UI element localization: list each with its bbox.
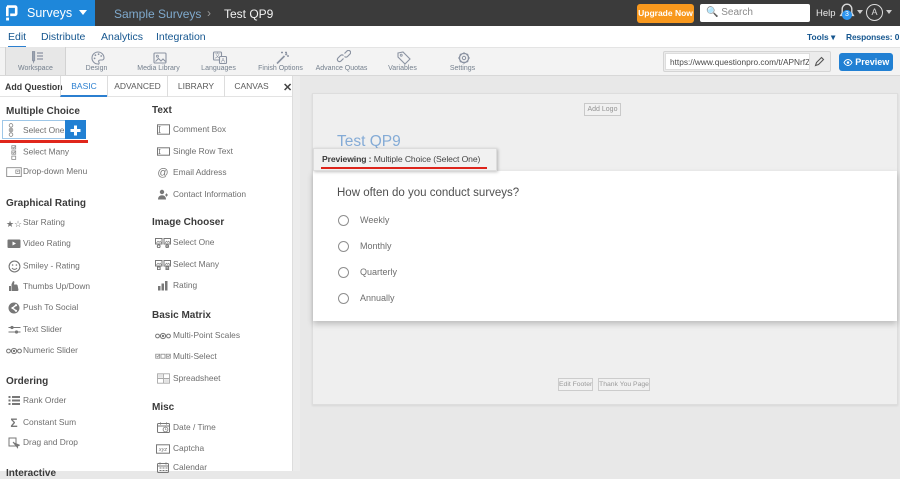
svg-text:★: ★ [6,219,14,228]
svg-text:☆: ☆ [14,219,22,228]
svg-text:xyz: xyz [158,447,168,453]
svg-text:A: A [220,58,224,64]
